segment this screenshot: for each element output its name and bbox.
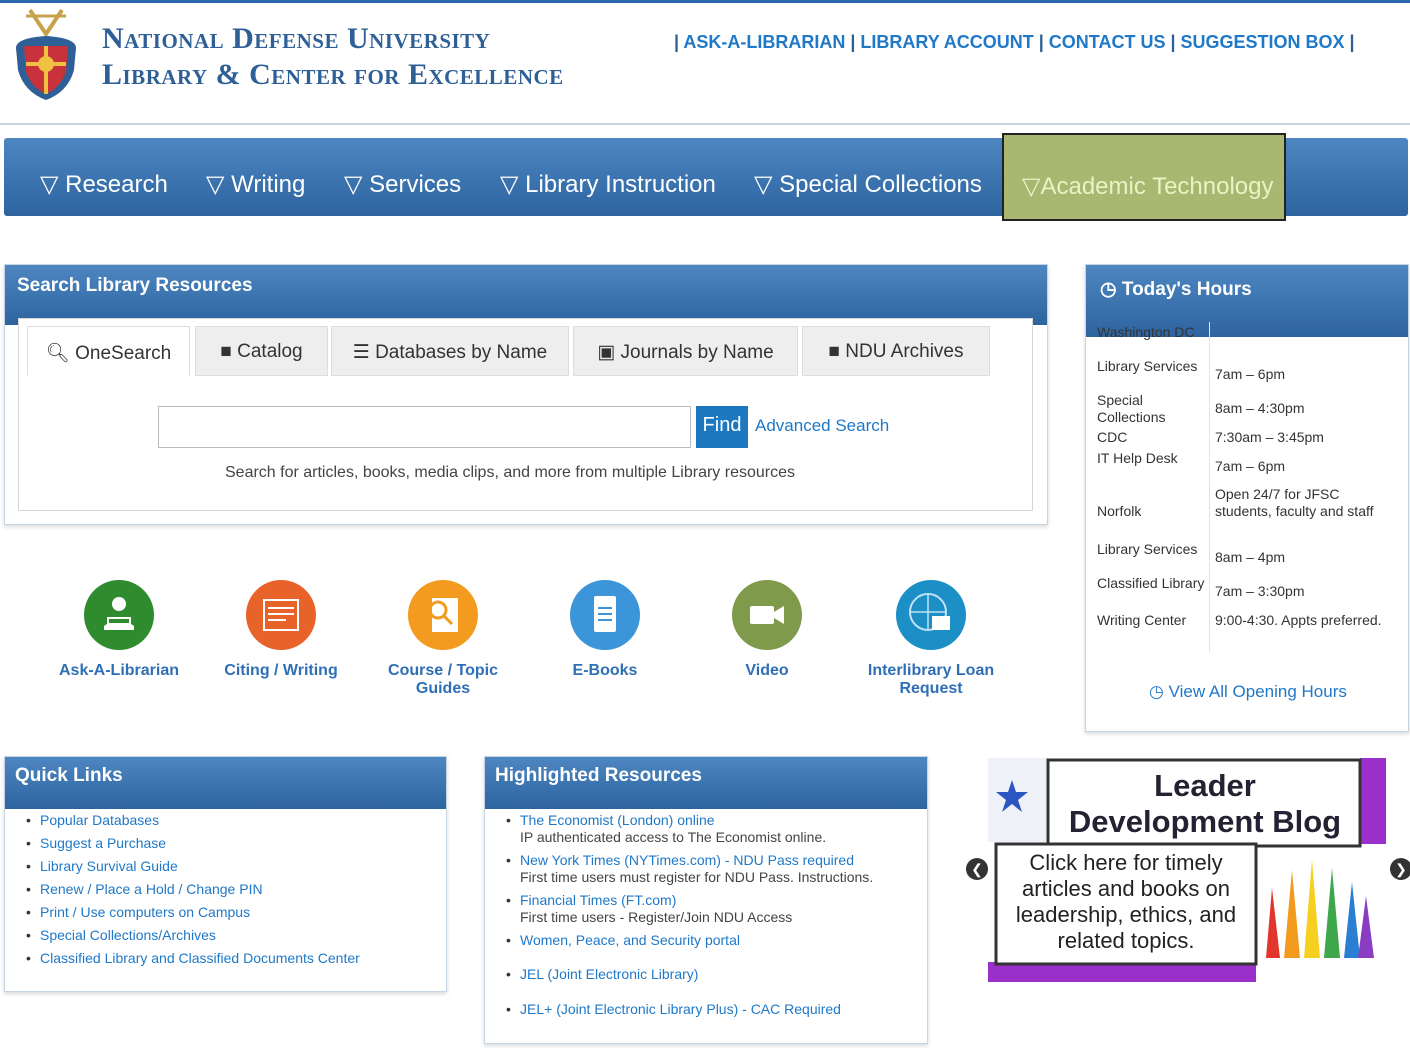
hours-label-writing-center: Writing Center xyxy=(1097,612,1187,628)
leader-development-blog-banner[interactable]: Leader Development Blog Click here for t… xyxy=(988,758,1386,982)
nav-academic-technology[interactable]: ▽Academic Technology xyxy=(1002,133,1286,221)
search-icon: 🔍︎ xyxy=(45,343,70,364)
ndu-crest-logo[interactable] xyxy=(8,8,84,104)
database-icon: ☰ xyxy=(352,342,370,363)
citing-writing-icon[interactable] xyxy=(246,580,316,650)
hours-label-it-help-desk: IT Help Desk xyxy=(1097,450,1178,466)
interlibrary-loan-label[interactable]: Interlibrary Loan Request xyxy=(851,662,1011,698)
quick-links-title: Quick Links xyxy=(5,757,446,809)
tab-databases-by-name[interactable]: ☰ Databases by Name xyxy=(331,326,569,376)
video-label[interactable]: Video xyxy=(687,662,847,680)
view-all-hours-link[interactable]: ◷ View All Opening Hours xyxy=(1149,682,1347,702)
clock-icon: ◷ xyxy=(1149,682,1164,701)
quick-link-special-collections[interactable]: Special Collections/Archives xyxy=(26,927,216,943)
nav-services[interactable]: ▽ Services xyxy=(344,170,461,199)
blog-description: Click here for timely articles and books… xyxy=(1015,850,1237,953)
blog-title-line1: Leader xyxy=(1154,768,1256,803)
resource-jel-plus[interactable]: JEL+ (Joint Electronic Library Plus) - C… xyxy=(506,1001,841,1017)
hours-title: Today's Hours xyxy=(1121,279,1252,300)
hours-label-library-services-dc: Library Services xyxy=(1097,358,1198,374)
highlighted-resources-title: Highlighted Resources xyxy=(485,757,927,809)
nav-special-collections[interactable]: ▽ Special Collections xyxy=(754,170,982,199)
nav-library-instruction[interactable]: ▽ Library Instruction xyxy=(500,170,716,199)
ask-a-librarian-link[interactable]: ASK-A-LIBRARIAN xyxy=(683,32,845,52)
suggestion-box-link[interactable]: SUGGESTION BOX xyxy=(1181,32,1345,52)
hours-label-cdc: CDC xyxy=(1097,429,1128,445)
quick-link-renew-hold-pin[interactable]: Renew / Place a Hold / Change PIN xyxy=(26,881,263,897)
course-topic-guides-icon[interactable] xyxy=(408,580,478,650)
hours-value-norfolk: Open 24/7 for JFSC students, faculty and… xyxy=(1215,486,1374,519)
tab-catalog[interactable]: ■ Catalog xyxy=(195,326,328,376)
e-books-icon[interactable] xyxy=(570,580,640,650)
hours-value-cdc: 7:30am – 3:45pm xyxy=(1215,429,1324,445)
site-title-line1[interactable]: National Defense University xyxy=(102,22,490,56)
journal-icon: ▣ xyxy=(597,342,616,363)
resource-economist-note: IP authenticated access to The Economist… xyxy=(520,829,827,845)
quick-link-survival-guide[interactable]: Library Survival Guide xyxy=(26,858,178,874)
quick-link-print-computers[interactable]: Print / Use computers on Campus xyxy=(26,904,250,920)
tab-onesearch[interactable]: 🔍︎ OneSearch xyxy=(27,326,190,376)
contact-us-link[interactable]: CONTACT US xyxy=(1049,32,1166,52)
hours-value-special-collections: 8am – 4:30pm xyxy=(1215,400,1305,416)
ask-a-librarian-icon[interactable] xyxy=(84,580,154,650)
header-divider xyxy=(0,123,1410,125)
tab-journals-by-name[interactable]: ▣ Journals by Name xyxy=(573,326,798,376)
interlibrary-loan-icon[interactable] xyxy=(896,580,966,650)
library-account-link[interactable]: LIBRARY ACCOUNT xyxy=(860,32,1033,52)
tab-ndu-archives[interactable]: ■ NDU Archives xyxy=(802,326,990,376)
advanced-search-link[interactable]: Advanced Search xyxy=(755,416,889,436)
blog-title-line2: Development Blog xyxy=(1068,804,1342,839)
hours-label-library-services-norfolk: Library Services xyxy=(1097,541,1198,557)
top-accent-line xyxy=(0,0,1410,3)
hours-location-norfolk: Norfolk xyxy=(1097,503,1142,519)
resource-wps-portal[interactable]: Women, Peace, and Security portal xyxy=(506,932,740,948)
citing-writing-label[interactable]: Citing / Writing xyxy=(201,662,361,680)
hours-location-washington: Washington DC xyxy=(1097,324,1195,340)
search-help-text: Search for articles, books, media clips,… xyxy=(225,464,795,481)
resource-financial-times[interactable]: Financial Times (FT.com) xyxy=(506,892,676,908)
hours-value-it-help-desk: 7am – 6pm xyxy=(1215,458,1286,474)
hours-label-classified-library: Classified Library xyxy=(1097,575,1205,591)
book-icon: ■ xyxy=(220,341,232,362)
hours-value-library-services-dc: 7am – 6pm xyxy=(1215,366,1286,382)
site-title-line2[interactable]: Library & Center for Excellence xyxy=(102,58,564,92)
clock-icon: ◷ xyxy=(1100,279,1117,300)
hours-label-special-collections: Special Collections xyxy=(1097,392,1166,425)
quick-link-classified-library[interactable]: Classified Library and Classified Docume… xyxy=(26,950,360,966)
hours-column-divider xyxy=(1209,322,1210,652)
ask-a-librarian-label[interactable]: Ask-A-Librarian xyxy=(39,662,199,680)
quick-link-popular-databases[interactable]: Popular Databases xyxy=(26,812,159,828)
hours-value-library-services-norfolk: 8am – 4pm xyxy=(1215,549,1286,565)
resource-jel[interactable]: JEL (Joint Electronic Library) xyxy=(506,966,698,982)
star-icon xyxy=(1004,782,1024,802)
search-input[interactable] xyxy=(158,406,691,448)
nav-research[interactable]: ▽ Research xyxy=(40,170,168,199)
course-topic-guides-label[interactable]: Course / Topic Guides xyxy=(363,662,523,698)
find-button[interactable]: Find xyxy=(696,406,748,448)
hours-value-writing-center: 9:00-4:30. Appts preferred. xyxy=(1215,612,1382,628)
carousel-next-arrow[interactable]: ❯ xyxy=(1390,858,1410,880)
utility-links: | ASK-A-LIBRARIAN | LIBRARY ACCOUNT | CO… xyxy=(674,32,1355,52)
carousel-prev-arrow[interactable]: ❮ xyxy=(966,858,988,880)
resource-financial-times-note: First time users - Register/Join NDU Acc… xyxy=(520,909,793,925)
resource-nytimes-note: First time users must register for NDU P… xyxy=(520,869,874,885)
search-panel-title: Search Library Resources xyxy=(5,265,1047,325)
video-icon[interactable] xyxy=(732,580,802,650)
archive-icon: ■ xyxy=(828,341,840,362)
hours-value-classified-library: 7am – 3:30pm xyxy=(1215,583,1305,599)
resource-economist[interactable]: The Economist (London) online xyxy=(506,812,715,828)
quick-link-suggest-purchase[interactable]: Suggest a Purchase xyxy=(26,835,166,851)
resource-nytimes[interactable]: New York Times (NYTimes.com) - NDU Pass … xyxy=(506,852,854,868)
e-books-label[interactable]: E-Books xyxy=(525,662,685,680)
nav-writing[interactable]: ▽ Writing xyxy=(206,170,305,199)
